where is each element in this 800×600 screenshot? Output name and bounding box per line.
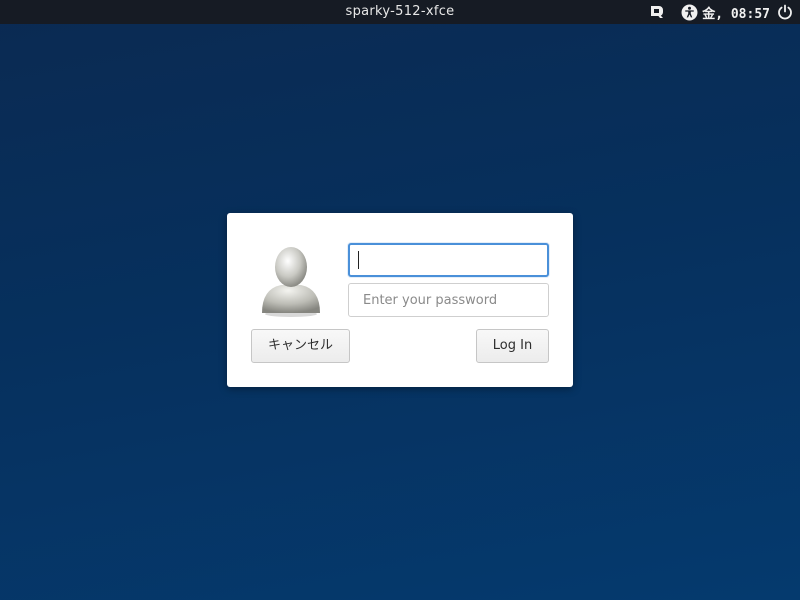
user-avatar-icon <box>259 243 323 317</box>
accessibility-icon[interactable] <box>680 3 698 21</box>
top-panel: sparky-512-xfce 金, 08:57 <box>0 0 800 24</box>
cancel-button[interactable]: キャンセル <box>251 329 350 363</box>
login-button[interactable]: Log In <box>476 329 549 363</box>
keyboard-layout-icon[interactable] <box>648 3 666 21</box>
power-icon[interactable] <box>776 3 794 21</box>
password-field[interactable] <box>348 283 549 317</box>
system-tray: 金, 08:57 <box>648 0 800 24</box>
username-field[interactable] <box>348 243 549 277</box>
text-cursor <box>358 251 359 269</box>
clock[interactable]: 金, 08:57 <box>702 3 770 22</box>
login-dialog: キャンセル Log In <box>227 213 573 387</box>
